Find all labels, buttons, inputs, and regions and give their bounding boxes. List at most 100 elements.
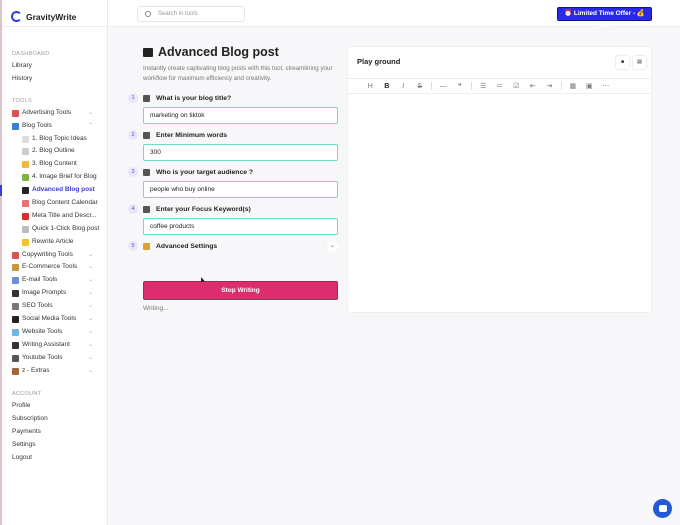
sidebar-item-tool[interactable]: Youtube Tools ⌄ — [2, 352, 107, 365]
top-bar: Search in tools ⏰ Limited Time Offer - 💰… — [108, 0, 680, 29]
sidebar-item-tool[interactable]: Advanced Blog post — [0, 184, 107, 197]
envelope-icon — [12, 277, 19, 285]
magnifier-icon — [12, 303, 19, 311]
brand-logo[interactable]: GravityWrite — [2, 0, 107, 27]
sidebar-item-library[interactable]: Library — [2, 60, 107, 73]
chevron-icon[interactable]: ⌄ — [88, 300, 93, 313]
sidebar-item-tool[interactable]: z - Extras ⌄ — [2, 365, 107, 378]
sidebar-item-history[interactable]: History — [2, 73, 107, 86]
sidebar-item-tool[interactable]: Blog Tools ⌃ — [2, 120, 107, 133]
page-title: Advanced Blog post — [143, 45, 338, 59]
search-input[interactable]: Search in tools — [137, 6, 245, 22]
phone-icon — [12, 315, 19, 323]
chevron-icon[interactable]: ⌄ — [88, 326, 93, 339]
camera-icon — [12, 290, 19, 298]
divider-icon[interactable]: — — [435, 83, 452, 90]
limited-offer-button[interactable]: ⏰ Limited Time Offer - 💰 $97 — [557, 7, 652, 29]
ordered-list-icon[interactable]: ≔ — [492, 82, 509, 90]
indent-icon[interactable]: ⇥ — [541, 82, 558, 90]
clock-icon — [22, 225, 29, 233]
person-icon — [143, 169, 150, 176]
sidebar-item-tool[interactable]: Writing Assistant ⌄ — [2, 339, 107, 352]
form-step: 1 What is your blog title? marketing on ti… — [128, 93, 338, 124]
heading-icon[interactable]: H — [362, 83, 379, 90]
field-input[interactable]: coffee products — [143, 218, 338, 235]
field-input[interactable]: marketing on tiktok — [143, 107, 338, 124]
gravitywrite-logo-icon — [11, 11, 22, 22]
sidebar-item-tool[interactable]: Rewrite Article — [2, 236, 107, 249]
field-label: Who is your target audience ? — [156, 169, 254, 176]
chevron-icon[interactable]: ⌃ — [88, 120, 93, 133]
sidebar-item-profile[interactable]: Profile — [2, 400, 107, 413]
form-step: 2 Enter Minimum words 300 — [128, 130, 338, 161]
toolbar-separator — [560, 82, 562, 90]
chevron-icon[interactable]: ⌄ — [88, 339, 93, 352]
chevron-icon[interactable]: ⌄ — [88, 365, 93, 378]
save-icon[interactable]: ■ — [616, 56, 629, 69]
sidebar-item-tool[interactable]: Blog Content Calendar — [2, 197, 107, 210]
chevron-icon[interactable]: ⌄ — [88, 249, 93, 262]
strikethrough-icon[interactable]: S — [412, 83, 429, 90]
speech-bubble-icon — [22, 135, 29, 143]
sidebar-item-tool[interactable]: Copywriting Tools ⌄ — [2, 249, 107, 262]
sidebar-item-tool[interactable]: 1. Blog Topic Ideas — [2, 133, 107, 146]
field-input[interactable]: 300 — [143, 144, 338, 161]
sidebar-item-tool[interactable]: Advertising Tools ⌄ — [2, 107, 107, 120]
task-list-icon[interactable]: ☑ — [508, 82, 525, 90]
sidebar-item-tool[interactable]: Meta Title and Descr... — [2, 210, 107, 223]
document-icon[interactable]: ▤ — [633, 56, 646, 69]
sidebar-item-tool[interactable]: E-Commerce Tools ⌄ — [2, 261, 107, 274]
magnet-icon — [22, 212, 29, 220]
package-icon — [12, 367, 19, 375]
rocket-icon — [12, 109, 19, 117]
sidebar-item-payments[interactable]: Payments — [2, 426, 107, 439]
chevron-icon[interactable]: ⌄ — [88, 107, 93, 120]
sidebar-item-tool[interactable]: 2. Blog Outline — [2, 145, 107, 158]
chevron-icon[interactable]: ⌄ — [88, 352, 93, 365]
field-input[interactable]: people who buy online — [143, 181, 338, 198]
chevron-icon[interactable]: ⌄ — [88, 261, 93, 274]
target-icon — [12, 251, 19, 259]
chevron-icon[interactable]: ⌄ — [88, 274, 93, 287]
pencil-icon — [143, 95, 150, 102]
table-icon[interactable]: ▦ — [565, 82, 582, 90]
sidebar-item-tool[interactable]: Website Tools ⌄ — [2, 326, 107, 339]
editor-area[interactable] — [348, 95, 651, 312]
sidebar-item-tool[interactable]: 3. Blog Content — [2, 158, 107, 171]
sidebar-item-tool[interactable]: SEO Tools ⌄ — [2, 300, 107, 313]
step-number: 3 — [128, 167, 138, 177]
sidebar-item-logout[interactable]: Logout — [2, 452, 107, 465]
stop-writing-button[interactable]: Stop Writing — [143, 281, 338, 300]
bold-icon[interactable]: B — [379, 83, 396, 90]
chevron-icon[interactable]: ⌄ — [88, 313, 93, 326]
step-number: 1 — [128, 93, 138, 103]
smiley-icon — [22, 238, 29, 246]
chevron-down-icon[interactable]: ⌄ — [327, 241, 338, 252]
field-label: Enter Minimum words — [156, 132, 227, 139]
key-icon — [143, 243, 150, 250]
chevron-icon[interactable]: ⌄ — [88, 287, 93, 300]
sidebar-item-tool[interactable]: Image Prompts ⌄ — [2, 287, 107, 300]
sidebar-item-subscription[interactable]: Subscription — [2, 413, 107, 426]
form-step: 4 Enter your Focus Keyword(s) coffee produ… — [128, 204, 338, 235]
outdent-icon[interactable]: ⇤ — [525, 82, 542, 90]
bullet-list-icon[interactable]: ☰ — [475, 82, 492, 90]
playground-title: Play ground — [357, 57, 401, 66]
sidebar-item-tool[interactable]: Social Media Tools ⌄ — [2, 313, 107, 326]
advanced-settings-toggle[interactable]: 5 Advanced Settings ⌄ — [128, 241, 338, 253]
quote-icon[interactable]: ❝ — [452, 82, 469, 90]
editor-toolbar: H B I S — ❝ ☰ ≔ ☑ ⇤ ⇥ ▦ ▣ ⋯ — [348, 78, 651, 94]
search-placeholder: Search in tools — [158, 11, 198, 17]
sidebar-item-tool[interactable]: E-mail Tools ⌄ — [2, 274, 107, 287]
brand-name: GravityWrite — [26, 11, 77, 22]
chat-button[interactable] — [653, 499, 672, 518]
sidebar-item-tool[interactable]: Quick 1-Click Blog post — [2, 223, 107, 236]
italic-icon[interactable]: I — [395, 83, 412, 90]
sidebar-item-tool[interactable]: 4. Image Brief for Blog — [2, 171, 107, 184]
sidebar-item-settings[interactable]: Settings — [2, 439, 107, 452]
laptop-icon — [22, 187, 29, 195]
image-icon[interactable]: ▣ — [581, 82, 598, 90]
tv-icon — [12, 354, 19, 362]
picture-icon — [22, 174, 29, 182]
more-icon[interactable]: ⋯ — [598, 82, 615, 90]
